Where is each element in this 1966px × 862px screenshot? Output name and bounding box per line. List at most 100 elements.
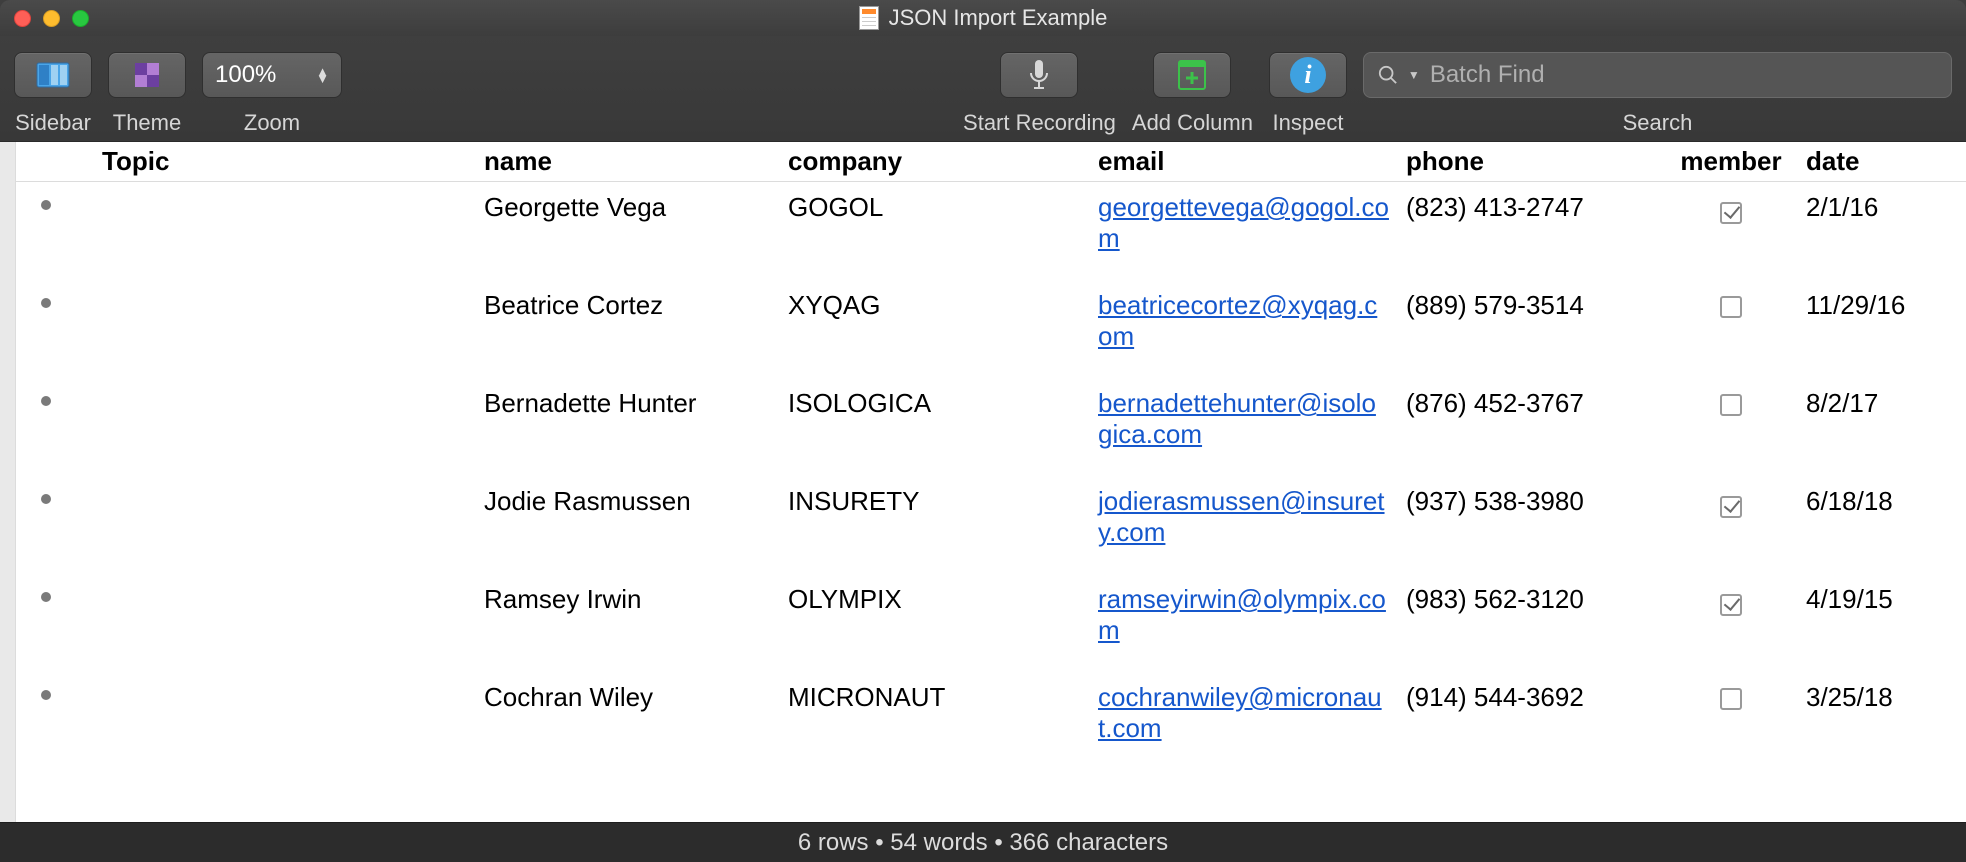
cell-date[interactable]: 4/19/15	[1798, 584, 1948, 615]
search-icon	[1378, 64, 1398, 86]
cell-email[interactable]: jodierasmussen@insurety.com	[1090, 486, 1398, 548]
cell-member[interactable]	[1664, 290, 1798, 321]
minimize-window-button[interactable]	[43, 10, 60, 27]
cell-date[interactable]: 11/29/16	[1798, 290, 1948, 321]
bullet-icon	[41, 396, 51, 406]
cell-email[interactable]: cochranwiley@micronaut.com	[1090, 682, 1398, 744]
cell-date[interactable]: 3/25/18	[1798, 682, 1948, 713]
row-bullet[interactable]	[16, 290, 76, 308]
member-checkbox[interactable]	[1720, 594, 1742, 616]
cell-email[interactable]: ramseyirwin@olympix.com	[1090, 584, 1398, 646]
member-checkbox[interactable]	[1720, 496, 1742, 518]
row-bullet[interactable]	[16, 388, 76, 406]
column-header-date[interactable]: date	[1798, 146, 1948, 177]
search-field[interactable]: ▼	[1363, 52, 1952, 98]
email-link[interactable]: jodierasmussen@insurety.com	[1098, 486, 1385, 547]
cell-company[interactable]: XYQAG	[780, 290, 1090, 321]
member-checkbox[interactable]	[1720, 394, 1742, 416]
bullet-icon	[41, 298, 51, 308]
close-window-button[interactable]	[14, 10, 31, 27]
cell-company[interactable]: GOGOL	[780, 192, 1090, 223]
email-link[interactable]: cochranwiley@micronaut.com	[1098, 682, 1382, 743]
column-header-email[interactable]: email	[1090, 146, 1398, 177]
cell-email[interactable]: beatricecortez@xyqag.com	[1090, 290, 1398, 352]
table-row[interactable]: Beatrice CortezXYQAG beatricecortez@xyqag…	[16, 280, 1966, 378]
zoom-label: Zoom	[244, 110, 300, 136]
search-label: Search	[1623, 110, 1693, 136]
cell-email[interactable]: georgettevega@gogol.com	[1090, 192, 1398, 254]
theme-label: Theme	[113, 110, 181, 136]
cell-phone[interactable]: (983) 562-3120	[1398, 584, 1664, 615]
search-dropdown-icon[interactable]: ▼	[1408, 68, 1420, 82]
zoom-select[interactable]: 100% ▲▼	[202, 52, 342, 98]
email-link[interactable]: ramseyirwin@olympix.com	[1098, 584, 1386, 645]
inspect-button[interactable]: i	[1269, 52, 1347, 98]
theme-button[interactable]	[108, 52, 186, 98]
row-bullet[interactable]	[16, 192, 76, 210]
cell-email[interactable]: bernadettehunter@isologica.com	[1090, 388, 1398, 450]
window-title: JSON Import Example	[889, 5, 1108, 31]
column-header-company[interactable]: company	[780, 146, 1090, 177]
cell-name[interactable]: Georgette Vega	[476, 192, 780, 223]
row-gutter	[0, 142, 16, 822]
cell-company[interactable]: ISOLOGICA	[780, 388, 1090, 419]
table-row[interactable]: Cochran WileyMICRONAUT cochranwiley@micro…	[16, 672, 1966, 770]
cell-name[interactable]: Beatrice Cortez	[476, 290, 780, 321]
status-text: 6 rows • 54 words • 366 characters	[798, 829, 1168, 857]
add-column-button[interactable]	[1153, 52, 1231, 98]
cell-company[interactable]: OLYMPIX	[780, 584, 1090, 615]
column-header-phone[interactable]: phone	[1398, 146, 1664, 177]
cell-phone[interactable]: (876) 452-3767	[1398, 388, 1664, 419]
member-checkbox[interactable]	[1720, 688, 1742, 710]
cell-date[interactable]: 6/18/18	[1798, 486, 1948, 517]
window-controls	[14, 10, 89, 27]
table-row[interactable]: Ramsey IrwinOLYMPIX ramseyirwin@olympix.c…	[16, 574, 1966, 672]
search-group: ▼ Search	[1363, 50, 1952, 136]
table-row[interactable]: Jodie RasmussenINSURETY jodierasmussen@in…	[16, 476, 1966, 574]
zoom-window-button[interactable]	[72, 10, 89, 27]
cell-member[interactable]	[1664, 486, 1798, 517]
column-header-name[interactable]: name	[476, 146, 780, 177]
cell-date[interactable]: 2/1/16	[1798, 192, 1948, 223]
cell-name[interactable]: Bernadette Hunter	[476, 388, 780, 419]
cell-name[interactable]: Cochran Wiley	[476, 682, 780, 713]
email-link[interactable]: georgettevega@gogol.com	[1098, 192, 1389, 253]
sidebar-toggle-group: Sidebar	[14, 50, 92, 136]
cell-company[interactable]: INSURETY	[780, 486, 1090, 517]
email-link[interactable]: beatricecortez@xyqag.com	[1098, 290, 1377, 351]
stepper-arrows-icon: ▲▼	[316, 68, 329, 82]
zoom-value: 100%	[215, 61, 276, 89]
cell-name[interactable]: Ramsey Irwin	[476, 584, 780, 615]
column-header-topic[interactable]: Topic	[16, 146, 476, 177]
cell-member[interactable]	[1664, 682, 1798, 713]
grid-header: Topic name company email phone member da…	[16, 142, 1966, 182]
cell-date[interactable]: 8/2/17	[1798, 388, 1948, 419]
cell-phone[interactable]: (823) 413-2747	[1398, 192, 1664, 223]
inspect-label: Inspect	[1273, 110, 1344, 136]
cell-name[interactable]: Jodie Rasmussen	[476, 486, 780, 517]
cell-phone[interactable]: (889) 579-3514	[1398, 290, 1664, 321]
table-row[interactable]: Georgette VegaGOGOL georgettevega@gogol.c…	[16, 182, 1966, 280]
search-input[interactable]	[1430, 61, 1937, 89]
content-area: Topic name company email phone member da…	[0, 142, 1966, 822]
member-checkbox[interactable]	[1720, 202, 1742, 224]
start-recording-button[interactable]	[1000, 52, 1078, 98]
table-row[interactable]: Bernadette HunterISOLOGICA bernadettehunt…	[16, 378, 1966, 476]
row-bullet[interactable]	[16, 584, 76, 602]
member-checkbox[interactable]	[1720, 296, 1742, 318]
theme-group: Theme	[108, 50, 186, 136]
cell-member[interactable]	[1664, 584, 1798, 615]
email-link[interactable]: bernadettehunter@isologica.com	[1098, 388, 1376, 449]
cell-member[interactable]	[1664, 192, 1798, 223]
add-column-icon	[1178, 60, 1206, 90]
column-header-member[interactable]: member	[1664, 146, 1798, 177]
sidebar-toggle-button[interactable]	[14, 52, 92, 98]
bullet-icon	[41, 690, 51, 700]
row-bullet[interactable]	[16, 486, 76, 504]
sidebar-icon	[36, 61, 70, 89]
cell-phone[interactable]: (914) 544-3692	[1398, 682, 1664, 713]
row-bullet[interactable]	[16, 682, 76, 700]
cell-company[interactable]: MICRONAUT	[780, 682, 1090, 713]
cell-phone[interactable]: (937) 538-3980	[1398, 486, 1664, 517]
cell-member[interactable]	[1664, 388, 1798, 419]
